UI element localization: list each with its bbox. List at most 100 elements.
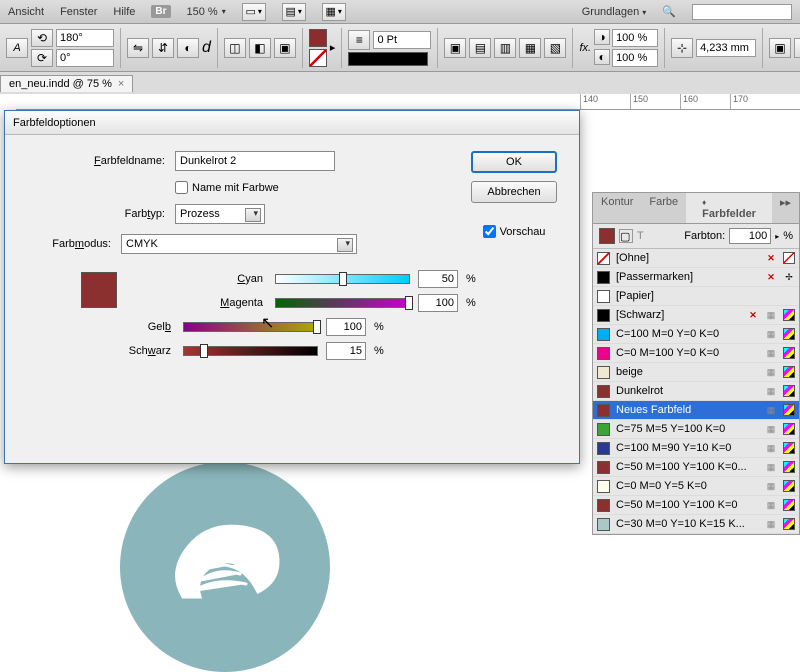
document-tab[interactable]: en_neu.indd @ 75 % × — [0, 75, 133, 92]
opacity-icon[interactable]: ◑ — [594, 29, 610, 45]
swatch-chip — [597, 347, 610, 360]
rotation-1[interactable] — [56, 29, 114, 47]
swatch-row[interactable]: Neues Farbfeld▦ — [593, 401, 799, 420]
swatch-name-input[interactable] — [175, 151, 335, 171]
preview-checkbox[interactable]: Vorschau — [483, 225, 546, 238]
control-toolbar: A ⟲ ⟳ ⇋ ⇵ ◐ d ◫ ◧ ▣ ▸ ≡ — [0, 24, 800, 72]
swatch-chip — [597, 328, 610, 341]
magenta-slider[interactable] — [275, 298, 410, 308]
swatch-row[interactable]: [Passermarken]✕✢ — [593, 268, 799, 287]
swatch-row[interactable]: C=50 M=100 Y=100 K=0▦ — [593, 496, 799, 515]
misc-icon-4[interactable]: ▣ — [274, 38, 296, 58]
bridge-button[interactable]: Br — [151, 5, 170, 18]
fill-swatch[interactable] — [309, 29, 327, 47]
misc-icon-1[interactable]: ◐ — [177, 38, 199, 58]
flip-v-icon[interactable]: ⇵ — [152, 38, 174, 58]
misc-icon-2[interactable]: ◫ — [224, 38, 246, 58]
ok-button[interactable]: OK — [471, 151, 557, 173]
menu-fenster[interactable]: Fenster — [60, 6, 97, 18]
swatch-row[interactable]: C=100 M=90 Y=10 K=0▦ — [593, 439, 799, 458]
search-icon: 🔍 — [662, 5, 676, 18]
swatch-row[interactable]: C=0 M=100 Y=0 K=0▦ — [593, 344, 799, 363]
menu-ansicht[interactable]: Ansicht — [8, 6, 44, 18]
zoom-control[interactable]: 150 %▾ — [187, 6, 226, 18]
yellow-value[interactable] — [326, 318, 366, 336]
swatch-row[interactable]: C=0 M=0 Y=5 K=0▦ — [593, 477, 799, 496]
global-icon: ▦ — [765, 423, 777, 435]
fit-icon-2[interactable]: ▢ — [794, 38, 800, 58]
misc-icon-3[interactable]: ◧ — [249, 38, 271, 58]
swatch-row[interactable]: C=75 M=5 Y=100 K=0▦ — [593, 420, 799, 439]
tab-farbfelder[interactable]: ♦ Farbfelder — [686, 193, 772, 223]
swatch-row[interactable]: Dunkelrot ▦ — [593, 382, 799, 401]
swatch-row[interactable]: C=100 M=0 Y=0 K=0▦ — [593, 325, 799, 344]
stroke-indicator[interactable]: ▢ — [619, 229, 633, 243]
opacity[interactable] — [612, 29, 658, 47]
color-type-select[interactable]: Prozess — [175, 204, 265, 224]
close-icon[interactable]: × — [118, 78, 124, 90]
workspace-selector[interactable]: Grundlagen ▾ — [582, 6, 647, 18]
char-icon: d — [202, 39, 211, 57]
black-slider[interactable] — [183, 346, 318, 356]
crop-icon[interactable]: ⊹ — [671, 38, 693, 58]
swatch-row[interactable]: C=50 M=100 Y=100 K=0...▦ — [593, 458, 799, 477]
view-mode-2[interactable]: ▤ — [282, 3, 306, 21]
name-label: Farbfeldname: — [25, 155, 175, 167]
color-mode-select[interactable]: CMYK — [121, 234, 357, 254]
document-tabs: en_neu.indd @ 75 % × — [0, 72, 800, 94]
tab-farbe[interactable]: Farbe — [641, 193, 686, 223]
swatch-row[interactable]: [Schwarz]✕▦ — [593, 306, 799, 325]
view-mode-3[interactable]: ▦ — [322, 3, 346, 21]
stroke-weight[interactable] — [373, 31, 431, 49]
tab-kontur[interactable]: Kontur — [593, 193, 641, 223]
rotation-2[interactable] — [56, 49, 114, 67]
fit-icon-1[interactable]: ▣ — [769, 38, 791, 58]
cancel-button[interactable]: Abbrechen — [471, 181, 557, 203]
view-mode-1[interactable]: ▭ — [242, 3, 266, 21]
rotate-icon[interactable]: ⟲ — [31, 29, 53, 47]
opacity-2[interactable] — [612, 49, 658, 67]
wrap-icon-5[interactable]: ▧ — [544, 38, 566, 58]
fill-indicator[interactable] — [599, 228, 615, 244]
opacity-icon-2[interactable]: ◐ — [594, 49, 610, 65]
swatch-name: Dunkelrot — [616, 385, 759, 397]
stroke-style[interactable] — [348, 52, 428, 66]
magenta-label: Magenta — [117, 297, 267, 309]
cyan-value[interactable] — [418, 270, 458, 288]
search-input[interactable] — [692, 4, 792, 20]
swatch-row[interactable]: [Papier] — [593, 287, 799, 306]
font-style-icon[interactable]: A — [6, 38, 28, 58]
swatch-row[interactable]: beige▦ — [593, 363, 799, 382]
wrap-icon-2[interactable]: ▤ — [469, 38, 491, 58]
swatch-row[interactable]: [Ohne]✕ — [593, 249, 799, 268]
type-label: Farbtyp: — [25, 208, 175, 220]
panel-collapse-icon[interactable]: ▸▸ — [772, 193, 799, 223]
menu-hilfe[interactable]: Hilfe — [113, 6, 135, 18]
text-fill-icon[interactable]: T — [637, 230, 644, 242]
rotate-icon-2[interactable]: ⟳ — [31, 49, 53, 67]
swatches-panel: Kontur Farbe ♦ Farbfelder ▸▸ ▾≡ ▢ T Farb… — [592, 192, 800, 535]
fx-button[interactable]: fx. — [579, 42, 591, 54]
stroke-swatch[interactable] — [309, 49, 327, 67]
yellow-slider[interactable] — [183, 322, 318, 332]
magenta-value[interactable] — [418, 294, 458, 312]
swatch-chip — [597, 385, 610, 398]
cmyk-icon — [783, 423, 795, 435]
cyan-slider[interactable] — [275, 274, 410, 284]
global-icon: ▦ — [765, 385, 777, 397]
stroke-weight-icon[interactable]: ≡ — [348, 30, 370, 50]
name-with-value-checkbox[interactable]: Name mit Farbwe — [175, 181, 279, 194]
percent-label: % — [783, 230, 793, 242]
tint-slider-icon[interactable]: ▸ — [775, 232, 779, 241]
tint-input[interactable] — [729, 228, 771, 244]
swatch-chip — [597, 252, 610, 265]
wrap-icon-1[interactable]: ▣ — [444, 38, 466, 58]
flip-h-icon[interactable]: ⇋ — [127, 38, 149, 58]
cmyk-icon — [783, 442, 795, 454]
black-value[interactable] — [326, 342, 366, 360]
frame-size[interactable] — [696, 39, 756, 57]
wrap-icon-4[interactable]: ▦ — [519, 38, 541, 58]
swatch-row[interactable]: C=30 M=0 Y=10 K=15 K...▦ — [593, 515, 799, 534]
wrap-icon-3[interactable]: ▥ — [494, 38, 516, 58]
dialog-titlebar[interactable]: Farbfeldoptionen — [5, 111, 579, 135]
